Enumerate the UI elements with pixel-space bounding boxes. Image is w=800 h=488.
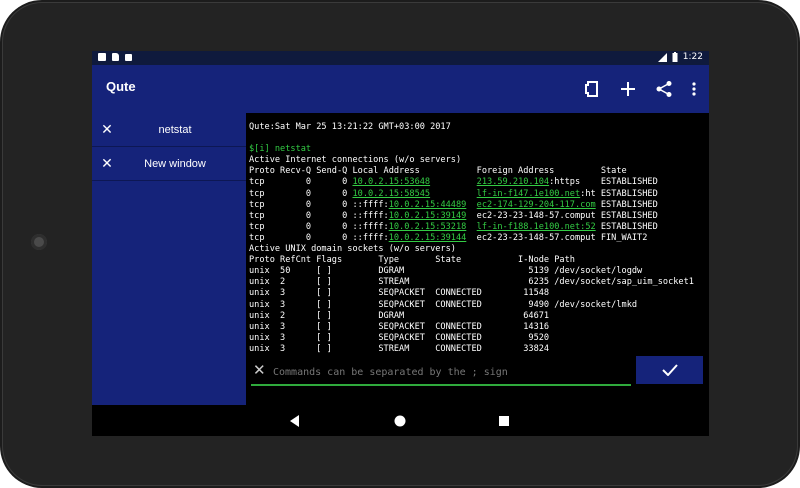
terminal-line: unix 3 [ ] SEQPACKET CONNECTED 9520 bbox=[249, 333, 694, 344]
android-icon bbox=[125, 54, 132, 61]
terminal-line: unix 3 [ ] SEQPACKET CONNECTED 11548 bbox=[249, 288, 694, 299]
terminal-line: unix 2 [ ] DGRAM 64671 bbox=[249, 311, 694, 322]
terminal-link[interactable]: 10.0.2.15:44489 bbox=[389, 200, 467, 210]
terminal-text: ec2-23-23-148-57.comput FIN_WAIT2 bbox=[466, 232, 648, 243]
share-icon bbox=[656, 81, 672, 97]
terminal-output[interactable]: Qute:Sat Mar 25 13:21:22 GMT+03:00 2017 $… bbox=[247, 113, 709, 358]
terminal-text: tcp 0 0 bbox=[249, 177, 353, 188]
window-list: ✕ netstat ✕ New window bbox=[92, 113, 246, 405]
command-bar: ✕ bbox=[247, 354, 709, 390]
terminal-link[interactable]: 10.0.2.15:58545 bbox=[352, 189, 430, 199]
terminal-link[interactable]: lf-in-f147.1e100.net bbox=[477, 189, 580, 199]
terminal-link[interactable]: 10.0.2.15:53648 bbox=[352, 177, 430, 187]
navigation-bar bbox=[92, 405, 709, 436]
terminal-link[interactable]: ec2-174-129-204-117.com bbox=[477, 200, 596, 210]
terminal-text: ESTABLISHED bbox=[595, 199, 658, 210]
command-input[interactable] bbox=[271, 363, 631, 381]
sd-card-icon bbox=[112, 53, 119, 61]
terminal-line: tcp 0 0 ::ffff:10.0.2.15:53218 lf-in-f18… bbox=[249, 222, 694, 233]
recents-icon[interactable] bbox=[496, 413, 512, 429]
overflow-menu-icon bbox=[692, 82, 696, 96]
terminal-line: tcp 0 0 ::ffff:10.0.2.15:39149 ec2-23-23… bbox=[249, 211, 694, 222]
terminal-text: tcp 0 0 bbox=[249, 188, 353, 199]
terminal-line: $[i] netstat bbox=[249, 144, 694, 155]
terminal-text: :https ESTABLISHED bbox=[549, 177, 658, 188]
status-bar: 1:22 bbox=[92, 51, 709, 65]
app-bar: Qute bbox=[92, 65, 709, 113]
terminal-text: unix 3 [ ] SEQPACKET CONNECTED 11548 bbox=[249, 288, 550, 299]
close-icon[interactable]: ✕ bbox=[92, 122, 122, 138]
terminal-text: ec2-23-23-148-57.comput ESTABLISHED bbox=[466, 210, 658, 221]
terminal-link[interactable]: 10.0.2.15:53218 bbox=[389, 222, 467, 232]
terminal-line: tcp 0 0 ::ffff:10.0.2.15:44489 ec2-174-1… bbox=[249, 200, 694, 211]
clear-icon[interactable]: ✕ bbox=[253, 361, 266, 379]
terminal-line: Qute:Sat Mar 25 13:21:22 GMT+03:00 2017 bbox=[249, 122, 694, 133]
overflow-menu-button[interactable] bbox=[685, 75, 703, 103]
terminal-text: unix 3 [ ] STREAM CONNECTED 33824 bbox=[249, 343, 550, 354]
terminal-text: $[i] netstat bbox=[249, 144, 312, 155]
window-label: New window bbox=[144, 157, 206, 170]
terminal-text: Proto Recv-Q Send-Q Local Address Foreig… bbox=[249, 166, 627, 177]
tablet-frame: 1:22 Qute ✕ netstat ✕ New window Qute:Sa… bbox=[0, 0, 800, 488]
terminal-line: Proto RefCnt Flags Type State I-Node Pat… bbox=[249, 255, 694, 266]
terminal-text: :ht ESTABLISHED bbox=[580, 188, 658, 199]
terminal-text: tcp 0 0 ::ffff: bbox=[249, 199, 389, 210]
terminal-text: unix 3 [ ] SEQPACKET CONNECTED 14316 bbox=[249, 321, 550, 332]
terminal-line: Active UNIX domain sockets (w/o servers) bbox=[249, 244, 694, 255]
run-command-button[interactable] bbox=[636, 356, 703, 384]
terminal-line: Proto Recv-Q Send-Q Local Address Foreig… bbox=[249, 166, 694, 177]
terminal-text: Qute:Sat Mar 25 13:21:22 GMT+03:00 2017 bbox=[249, 122, 451, 132]
terminal-text: tcp 0 0 ::ffff: bbox=[249, 210, 389, 221]
terminal-text: unix 2 [ ] DGRAM 64671 bbox=[249, 310, 550, 321]
app-title: Qute bbox=[106, 79, 136, 94]
terminal-link[interactable]: 10.0.2.15:39149 bbox=[389, 211, 467, 221]
terminal-text: Active Internet connections (w/o servers… bbox=[249, 155, 462, 166]
terminal-link[interactable]: 213.59.210.104 bbox=[477, 177, 549, 187]
terminal-line: Active Internet connections (w/o servers… bbox=[249, 155, 694, 166]
terminal-text: unix 3 [ ] SEQPACKET CONNECTED 9490 /dev… bbox=[249, 299, 638, 310]
add-button[interactable] bbox=[613, 75, 643, 103]
terminal-text: Proto RefCnt Flags Type State I-Node Pat… bbox=[249, 255, 575, 266]
window-item-new-window[interactable]: ✕ New window bbox=[92, 147, 246, 181]
close-icon[interactable]: ✕ bbox=[92, 156, 122, 172]
check-icon bbox=[661, 364, 678, 376]
window-label: netstat bbox=[158, 123, 192, 136]
add-icon bbox=[621, 82, 635, 96]
signal-icon bbox=[657, 52, 667, 62]
terminal-text: Active UNIX domain sockets (w/o servers) bbox=[249, 244, 456, 255]
terminal-line: tcp 0 0 10.0.2.15:58545 lf-in-f147.1e100… bbox=[249, 189, 694, 200]
terminal-line: unix 50 [ ] DGRAM 5139 /dev/socket/logdw bbox=[249, 266, 694, 277]
home-icon[interactable] bbox=[392, 413, 408, 429]
input-underline bbox=[251, 384, 631, 386]
terminal-line: tcp 0 0 ::ffff:10.0.2.15:39144 ec2-23-23… bbox=[249, 233, 694, 244]
terminal-text: tcp 0 0 ::ffff: bbox=[249, 221, 389, 232]
windows-icon bbox=[585, 81, 598, 97]
battery-icon bbox=[672, 52, 678, 62]
window-item-netstat[interactable]: ✕ netstat bbox=[92, 113, 246, 147]
share-button[interactable] bbox=[649, 75, 679, 103]
terminal-link[interactable]: lf-in-f188.1e100.net:52 bbox=[477, 222, 596, 232]
terminal-text: tcp 0 0 ::ffff: bbox=[249, 232, 389, 243]
terminal-text: unix 2 [ ] STREAM 6235 /dev/socket/sap_u… bbox=[249, 277, 694, 288]
terminal-text: unix 50 [ ] DGRAM 5139 /dev/socket/logdw bbox=[249, 266, 643, 277]
status-time: 1:22 bbox=[682, 52, 703, 62]
terminal-lines: Qute:Sat Mar 25 13:21:22 GMT+03:00 2017 $… bbox=[249, 122, 694, 355]
terminal-line: tcp 0 0 10.0.2.15:53648 213.59.210.104:h… bbox=[249, 177, 694, 188]
notification-icon bbox=[98, 53, 106, 61]
terminal-text: unix 3 [ ] SEQPACKET CONNECTED 9520 bbox=[249, 332, 550, 343]
terminal-link[interactable]: 10.0.2.15:39144 bbox=[389, 233, 467, 243]
screen: 1:22 Qute ✕ netstat ✕ New window Qute:Sa… bbox=[92, 51, 709, 436]
terminal-line: unix 3 [ ] SEQPACKET CONNECTED 14316 bbox=[249, 322, 694, 333]
windows-button[interactable] bbox=[577, 75, 607, 103]
terminal-line: unix 2 [ ] STREAM 6235 /dev/socket/sap_u… bbox=[249, 277, 694, 288]
terminal-line: unix 3 [ ] SEQPACKET CONNECTED 9490 /dev… bbox=[249, 300, 694, 311]
terminal-text: ESTABLISHED bbox=[595, 221, 658, 232]
front-camera bbox=[31, 234, 47, 250]
back-icon[interactable] bbox=[287, 413, 303, 429]
